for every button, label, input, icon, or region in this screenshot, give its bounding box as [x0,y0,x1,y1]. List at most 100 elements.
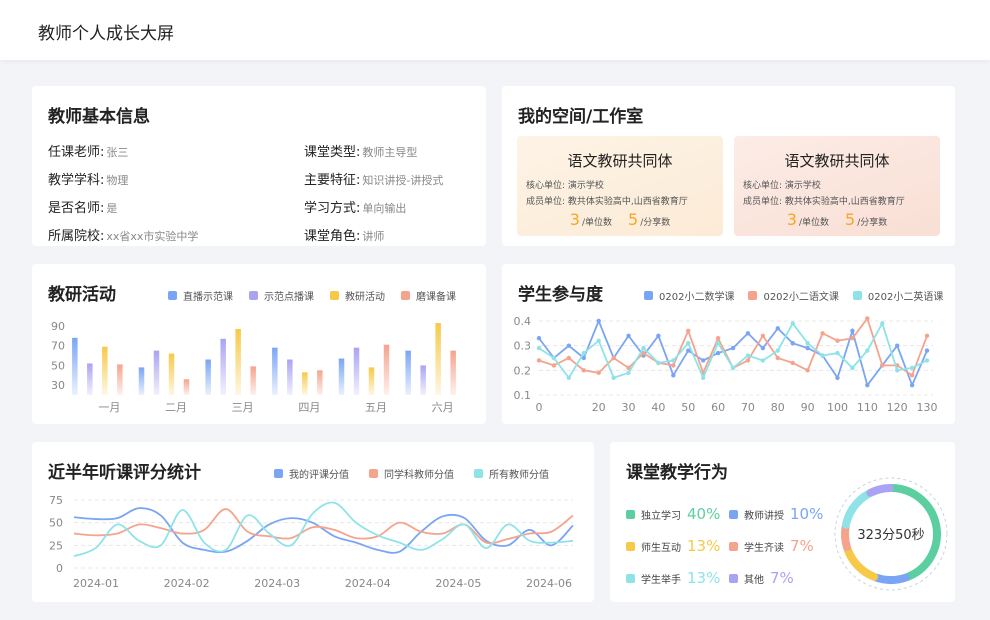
info-row-left: 教学学科: 物理 [48,169,128,188]
y-tick-label: 0.3 [514,340,532,353]
data-point [909,373,915,378]
behavior-percent: 13% [687,537,721,555]
data-point [775,348,780,353]
bar [235,328,241,395]
x-tick-label: 六月 [432,401,454,414]
bar [87,363,93,395]
data-point [596,370,601,376]
info-value: 知识讲授-讲授式 [362,174,444,187]
data-point [700,375,706,380]
data-point [850,336,855,341]
x-tick-label: 0 [536,401,543,414]
x-tick-label: 100 [827,401,848,414]
info-label: 课堂角色: [304,229,361,244]
x-tick-label: 70 [741,401,755,414]
x-tick-label: 二月 [165,401,187,414]
info-value: 是 [106,202,118,215]
x-tick-label: 三月 [232,401,254,414]
behavior-swatch [729,573,738,583]
bar [117,364,123,395]
info-row-left: 是否名师: 是 [48,197,117,216]
behavior-percent: 7% [770,569,794,587]
x-tick-label: 80 [771,401,785,414]
studio-share-count: 5/分享数 [628,210,670,229]
studio-title: 我的空间/工作室 [518,107,644,127]
behavior-swatch [626,573,635,583]
bar [153,350,160,395]
data-point [880,321,885,326]
data-point [850,328,855,334]
data-point [894,343,900,348]
studio-card-name: 语文教研共同体 [784,152,890,170]
data-point [536,345,542,351]
data-point [596,338,601,343]
info-value: 张三 [106,146,129,159]
scores-card: 近半年听课评分统计 我的评课分值 同学科教师分值 所有教师分值 0 25 50 75 202… [32,442,594,602]
y-tick-label: 0.2 [514,364,532,377]
data-point [715,336,721,341]
unit-label: /单位数 [798,218,829,228]
studio-card-item: 语文教研共同体 核心单位: 演示学校 成员单位: 教共体实验高中,山西省教育厅 3/单… [734,136,940,236]
info-value: 教师主导型 [362,146,418,159]
data-point [551,363,557,368]
series-line [538,318,928,388]
data-point [924,348,930,353]
x-tick-label: 130 [917,401,938,414]
data-point [865,382,870,388]
donut-center-text: 323分50秒 [857,528,924,543]
y-tick-label: 30 [51,379,65,392]
data-point [551,355,557,361]
data-point [760,358,766,363]
data-point [641,345,646,351]
behavior-item: 其他 7% [729,569,794,587]
bar [338,358,345,395]
studio-unit-count: 3/单位数 [787,210,829,229]
bar [420,365,426,395]
behavior-item: 学生举手 13% [626,569,720,587]
behavior-item: 独立学习 40% [626,505,720,523]
behavior-item: 师生互动 13% [626,537,720,555]
data-point [656,333,661,338]
data-point [760,345,766,351]
info-row-right: 课堂角色: 讲师 [304,225,384,244]
info-value: 单向输出 [362,202,407,215]
info-label: 是否名师: [48,201,105,216]
data-point [581,368,586,373]
behavior-label: 独立学习 [641,510,681,522]
studio-unit-count: 3/单位数 [570,210,612,229]
data-point [596,318,601,324]
data-point [626,370,631,376]
bar [353,347,360,395]
info-row-right: 课堂类型: 教师主导型 [304,141,417,160]
behavior-title: 课堂教学行为 [626,463,728,483]
studio-member-units: 成员单位: 教共体实验高中,山西省教育厅 [743,197,905,207]
x-tick-label: 110 [857,401,878,414]
studio-stats: 3/单位数 5/分享数 [734,210,940,229]
scores-line-chart: 0 25 50 75 2024-01 2024-02 2024-03 2024-04 2024-… [49,494,574,590]
data-point [805,345,810,351]
unit-number: 3 [786,210,797,229]
behavior-swatch [626,541,635,551]
data-point [880,363,885,368]
x-tick-label: 2024-06 [526,577,572,590]
behavior-label: 学生举手 [641,574,681,586]
top-bar: 教师个人成长大屏 [0,0,990,60]
behavior-percent: 40% [687,505,721,523]
behavior-donut-chart: 323分50秒 [834,477,948,591]
share-number: 5 [628,210,639,229]
donut-slice [866,484,894,497]
info-label: 任课老师: [48,145,105,160]
behavior-label: 师生互动 [641,542,681,554]
bar [435,323,441,395]
data-point [835,350,840,356]
bar [302,372,308,395]
data-point [566,375,572,380]
series-line [73,508,574,545]
x-tick-label: 一月 [98,401,120,414]
data-point [805,340,810,346]
info-value: 物理 [106,174,129,187]
data-point [626,333,631,338]
y-tick-label: 75 [49,494,63,507]
teacher-info-title: 教师基本信息 [48,107,150,127]
data-point [566,355,572,361]
